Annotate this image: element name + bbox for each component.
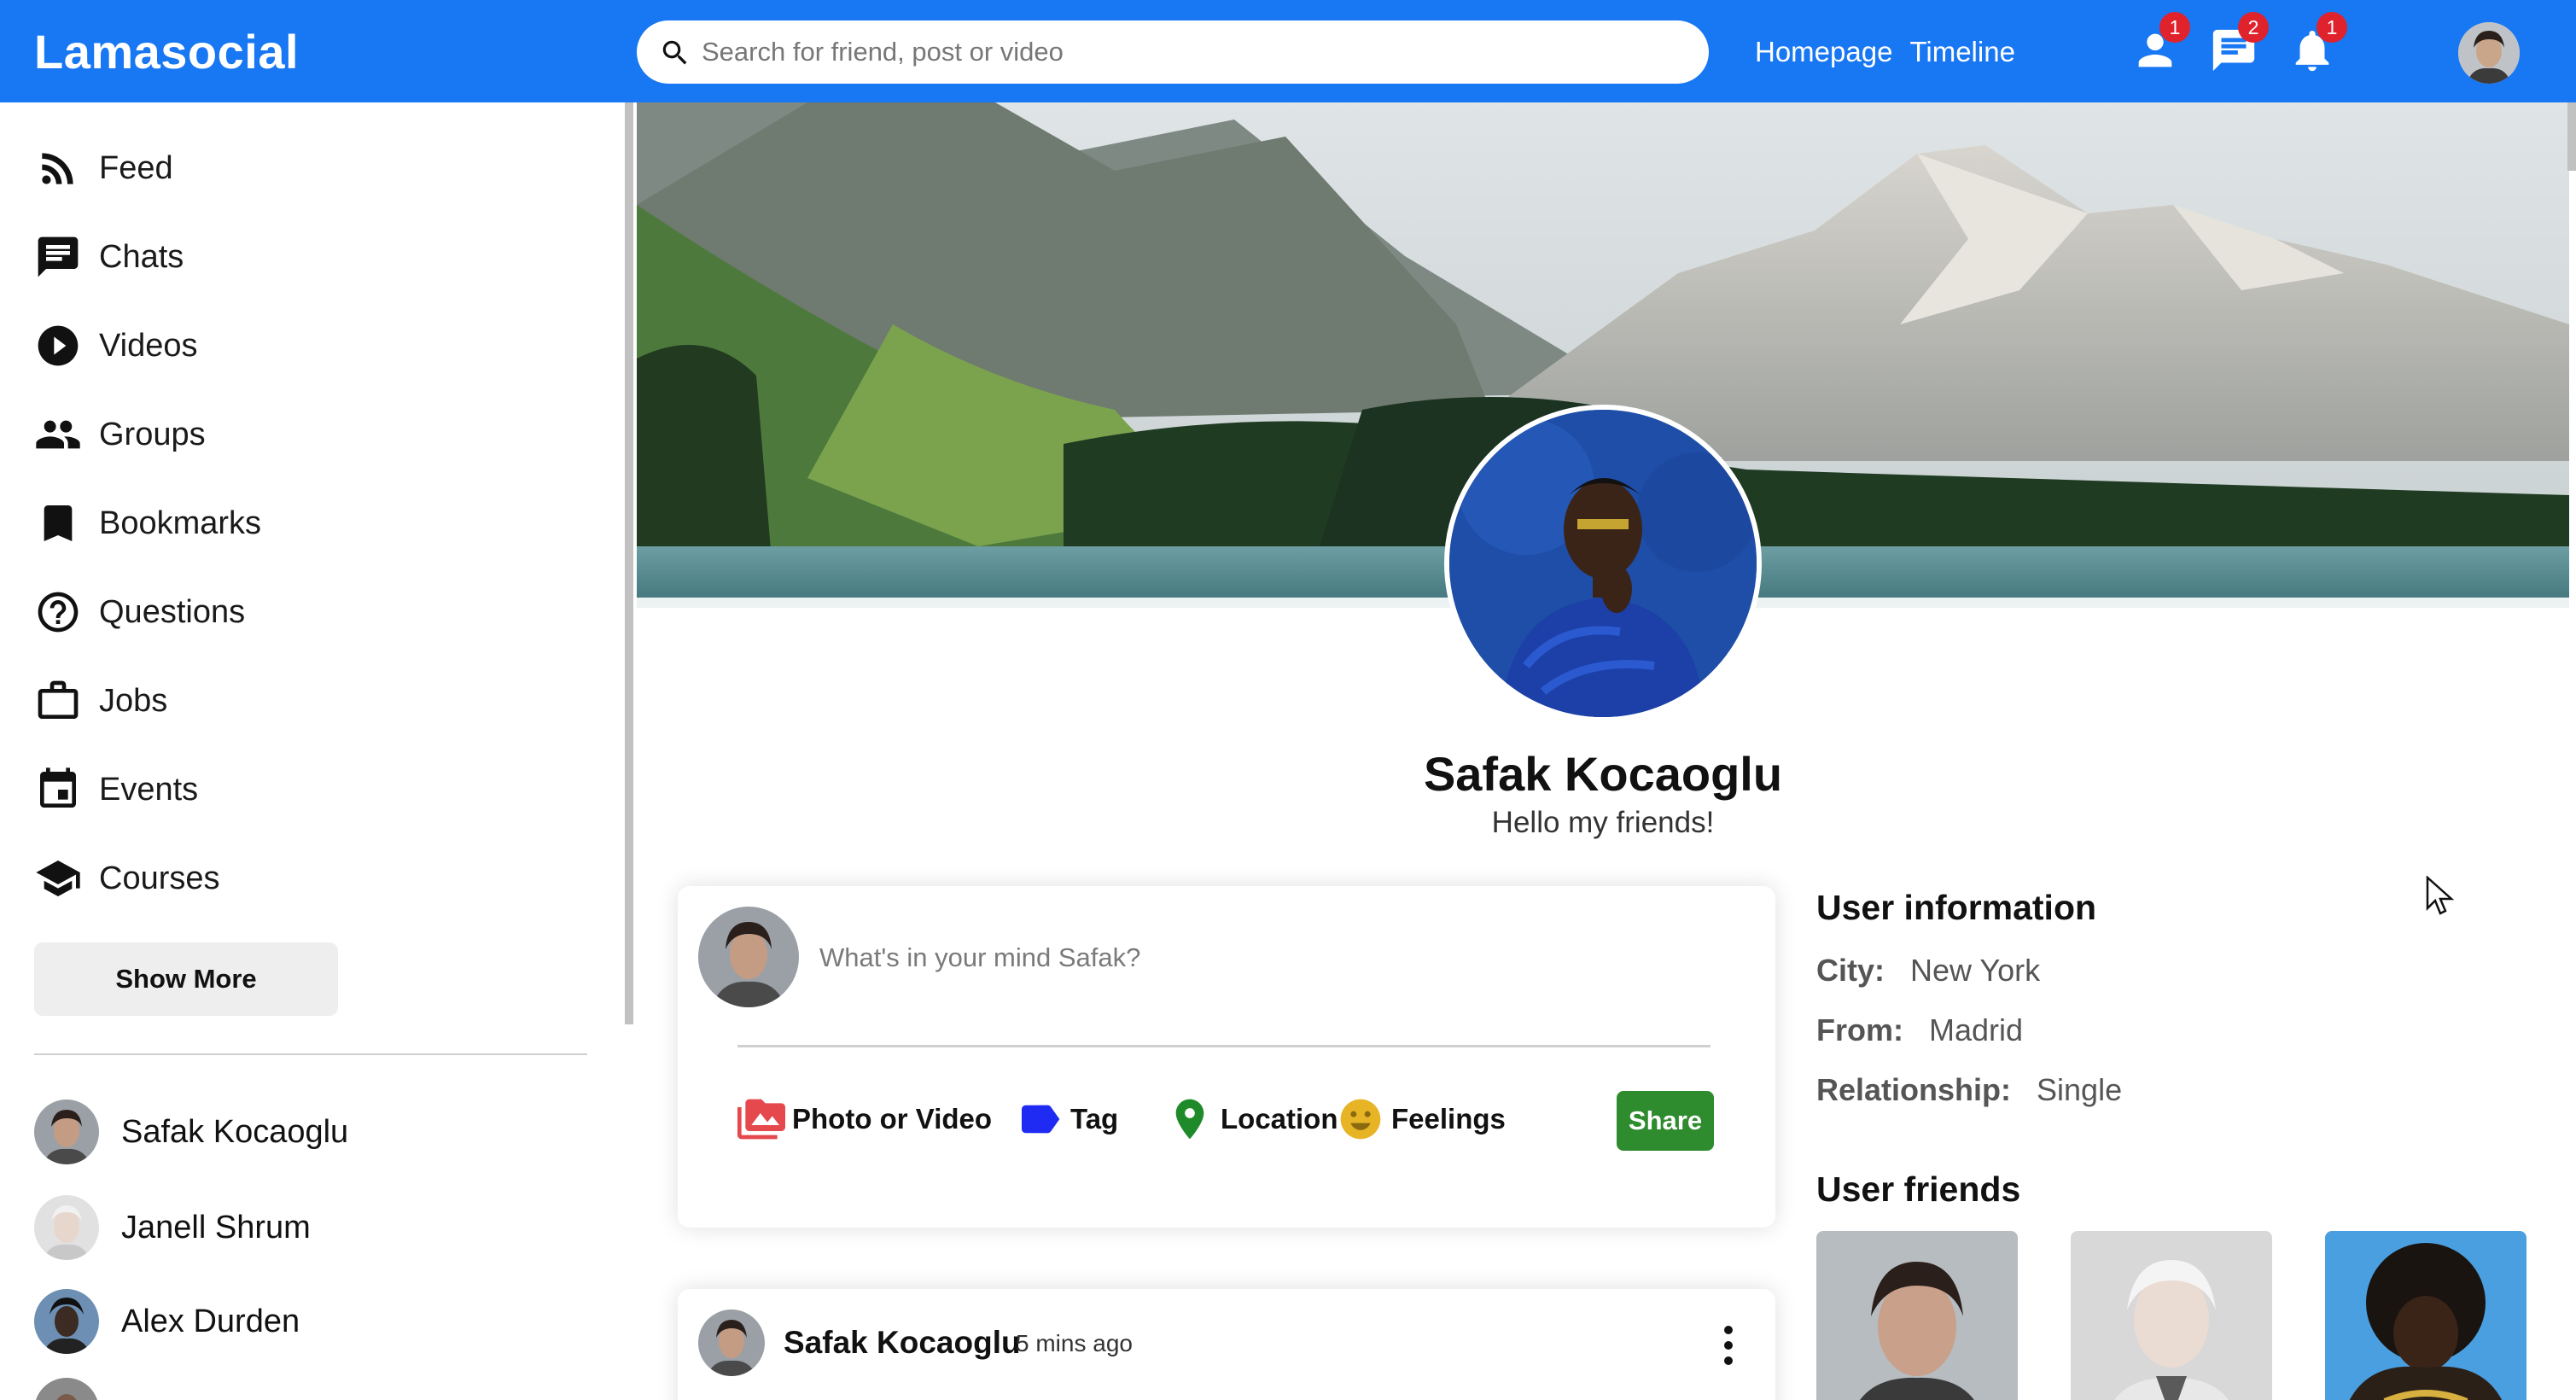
notifications-button[interactable]: 1 xyxy=(2288,12,2347,77)
profile-picture[interactable] xyxy=(1444,405,1762,722)
friend-name: Safak Kocaoglu xyxy=(121,1113,349,1150)
friend-item[interactable] xyxy=(34,1376,99,1400)
friend-requests-button[interactable]: 1 xyxy=(2130,12,2190,77)
friend-item[interactable]: Safak Kocaoglu xyxy=(34,1098,348,1166)
post-username[interactable]: Safak Kocaoglu xyxy=(784,1325,1021,1361)
post-input[interactable] xyxy=(819,934,1733,982)
room-icon xyxy=(1166,1095,1214,1143)
sidebar-item-bookmarks[interactable]: Bookmarks xyxy=(34,493,261,553)
sidebar-item-label: Chats xyxy=(99,238,184,275)
sidebar-item-jobs[interactable]: Jobs xyxy=(34,671,167,731)
location-option[interactable]: Location xyxy=(1166,1094,1338,1144)
friend-name: Alex Durden xyxy=(121,1303,300,1339)
sidebar-item-label: Courses xyxy=(99,860,220,896)
user-friends-title: User friends xyxy=(1816,1170,2021,1209)
user-friend-photo[interactable] xyxy=(2071,1231,2272,1400)
sidebar-item-label: Bookmarks xyxy=(99,505,262,541)
sidebar-item-questions[interactable]: Questions xyxy=(34,582,245,642)
share-card: Photo or Video Tag Location Feelings Sha… xyxy=(678,886,1775,1228)
rss-feed-icon xyxy=(34,144,82,192)
sidebar-scrollbar[interactable] xyxy=(625,102,633,1024)
app-logo[interactable]: Lamasocial xyxy=(34,24,299,79)
chat-icon xyxy=(34,233,82,281)
share-button[interactable]: Share xyxy=(1617,1091,1714,1151)
messages-button[interactable]: 2 xyxy=(2209,12,2269,77)
sidebar-item-label: Events xyxy=(99,771,199,808)
school-icon xyxy=(34,855,82,902)
perm-media-icon xyxy=(737,1095,785,1143)
sidebar-item-label: Questions xyxy=(99,593,246,630)
search-input[interactable] xyxy=(702,29,1683,75)
friend-item[interactable]: Janell Shrum xyxy=(34,1193,311,1262)
user-friend-photo[interactable] xyxy=(1816,1231,2018,1400)
sidebar-item-events[interactable]: Events xyxy=(34,760,198,820)
sidebar-item-label: Videos xyxy=(99,327,198,364)
event-icon xyxy=(34,766,82,814)
sidebar-item-courses[interactable]: Courses xyxy=(34,849,220,908)
avatar xyxy=(34,1289,99,1354)
bookmark-icon xyxy=(34,499,82,547)
avatar[interactable] xyxy=(698,1310,765,1376)
info-value: Single xyxy=(2037,1072,2123,1107)
avatar xyxy=(34,1378,99,1400)
option-label: Tag xyxy=(1070,1103,1119,1135)
avatar xyxy=(698,907,799,1007)
timeline-link[interactable]: Timeline xyxy=(1909,36,2014,67)
share-divider xyxy=(737,1045,1711,1047)
emoji-emotions-icon xyxy=(1337,1095,1384,1143)
group-icon xyxy=(34,411,82,458)
avatar xyxy=(34,1195,99,1260)
option-label: Photo or Video xyxy=(792,1103,993,1135)
show-more-button[interactable]: Show More xyxy=(34,942,338,1016)
user-information-title: User information xyxy=(1816,888,2097,927)
info-value: New York xyxy=(1910,953,2041,988)
work-outline-icon xyxy=(34,677,82,725)
option-label: Location xyxy=(1221,1103,1338,1135)
tag-option[interactable]: Tag xyxy=(1016,1094,1118,1144)
post-time: 5 mins ago xyxy=(1016,1330,1133,1356)
label-icon xyxy=(1016,1095,1064,1143)
info-row-from: From: Madrid xyxy=(1816,1012,2023,1048)
sidebar-item-label: Groups xyxy=(99,416,206,452)
feelings-option[interactable]: Feelings xyxy=(1337,1094,1506,1144)
sidebar-item-chats[interactable]: Chats xyxy=(34,227,184,287)
photo-video-option[interactable]: Photo or Video xyxy=(737,1094,992,1144)
search-icon xyxy=(662,40,687,65)
main-scrollbar[interactable] xyxy=(2567,102,2576,171)
play-circle-icon xyxy=(34,322,82,370)
friend-name: Janell Shrum xyxy=(121,1209,311,1245)
info-key: Relationship: xyxy=(1816,1072,2012,1107)
sidebar-item-groups[interactable]: Groups xyxy=(34,405,206,464)
profile-name: Safak Kocaoglu xyxy=(1423,747,1783,801)
search-bar[interactable] xyxy=(637,20,1709,84)
post-card: Safak Kocaoglu 5 mins ago xyxy=(678,1289,1775,1400)
sidebar-item-videos[interactable]: Videos xyxy=(34,316,198,376)
help-outline-icon xyxy=(34,588,82,636)
top-bar: Lamasocial Homepage Timeline 1 2 1 xyxy=(0,0,2576,102)
info-key: City: xyxy=(1816,953,1885,988)
info-row-relationship: Relationship: Single xyxy=(1816,1072,2122,1108)
avatar xyxy=(34,1100,99,1164)
messages-badge: 2 xyxy=(2238,12,2269,43)
profile-description: Hello my friends! xyxy=(1491,806,1715,839)
homepage-link[interactable]: Homepage xyxy=(1755,36,1892,67)
sidebar-item-label: Feed xyxy=(99,149,173,186)
friend-requests-badge: 1 xyxy=(2159,12,2190,43)
user-avatar[interactable] xyxy=(2458,22,2520,84)
info-key: From: xyxy=(1816,1012,1903,1047)
top-links: Homepage Timeline xyxy=(1755,36,2032,68)
info-value: Madrid xyxy=(1929,1012,2024,1047)
sidebar-item-label: Jobs xyxy=(99,682,168,719)
notifications-badge: 1 xyxy=(2317,12,2347,43)
info-row-city: City: New York xyxy=(1816,953,2040,989)
user-friend-photo[interactable] xyxy=(2325,1231,2526,1400)
sidebar-divider xyxy=(34,1053,587,1055)
sidebar-item-feed[interactable]: Feed xyxy=(34,138,173,198)
more-vert-icon[interactable] xyxy=(1716,1320,1741,1371)
option-label: Feelings xyxy=(1391,1103,1506,1135)
friend-item[interactable]: Alex Durden xyxy=(34,1287,300,1356)
mouse-cursor-icon xyxy=(2426,875,2455,921)
